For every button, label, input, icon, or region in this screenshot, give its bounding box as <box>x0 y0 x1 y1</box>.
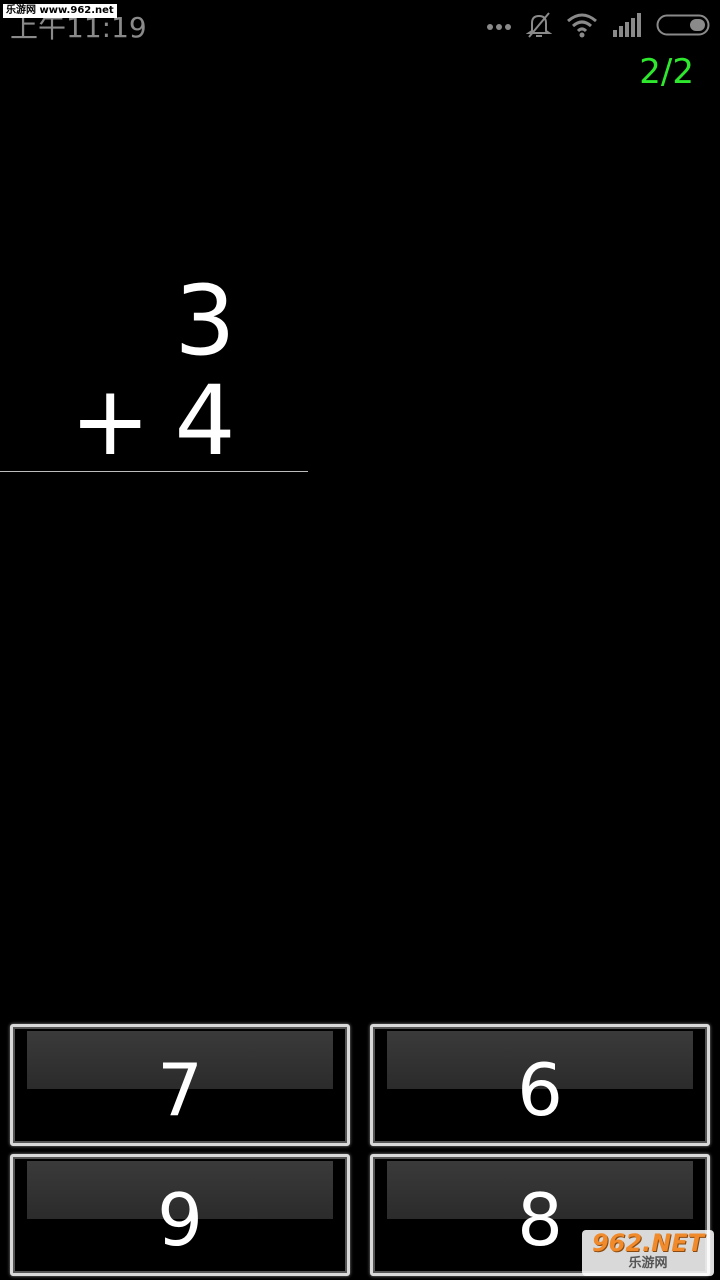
watermark-label: 乐游网 www.962.net <box>3 4 117 18</box>
battery-icon <box>656 13 710 37</box>
status-icons <box>486 10 710 40</box>
answer-button-2[interactable]: 6 <box>370 1024 710 1146</box>
watermark-brand: 962.NET <box>591 1229 705 1257</box>
question-counter: 2/2 <box>639 52 694 92</box>
more-dots-icon <box>486 20 512 30</box>
sum-divider-line <box>0 471 308 472</box>
answer-label: 7 <box>157 1048 203 1132</box>
answer-button-1[interactable]: 7 <box>10 1024 350 1146</box>
status-bar: 上午11:19 乐游网 www.962.net <box>0 0 720 50</box>
watermark-sub: 乐游网 <box>628 1256 668 1271</box>
game-screen: 上午11:19 乐游网 www.962.net 2/2 3 + 4 7 6 9 … <box>0 0 720 1280</box>
answer-label: 9 <box>157 1178 203 1262</box>
bell-off-icon <box>526 11 552 39</box>
operand-b: 4 <box>174 365 236 477</box>
watermark-logo: 962.NET 乐游网 <box>582 1230 714 1276</box>
operator-sign: + <box>70 365 151 477</box>
operand-a: 3 <box>174 265 236 377</box>
signal-icon <box>612 12 642 38</box>
wifi-icon <box>566 12 598 38</box>
answer-label: 6 <box>517 1048 563 1132</box>
answer-button-3[interactable]: 9 <box>10 1154 350 1276</box>
